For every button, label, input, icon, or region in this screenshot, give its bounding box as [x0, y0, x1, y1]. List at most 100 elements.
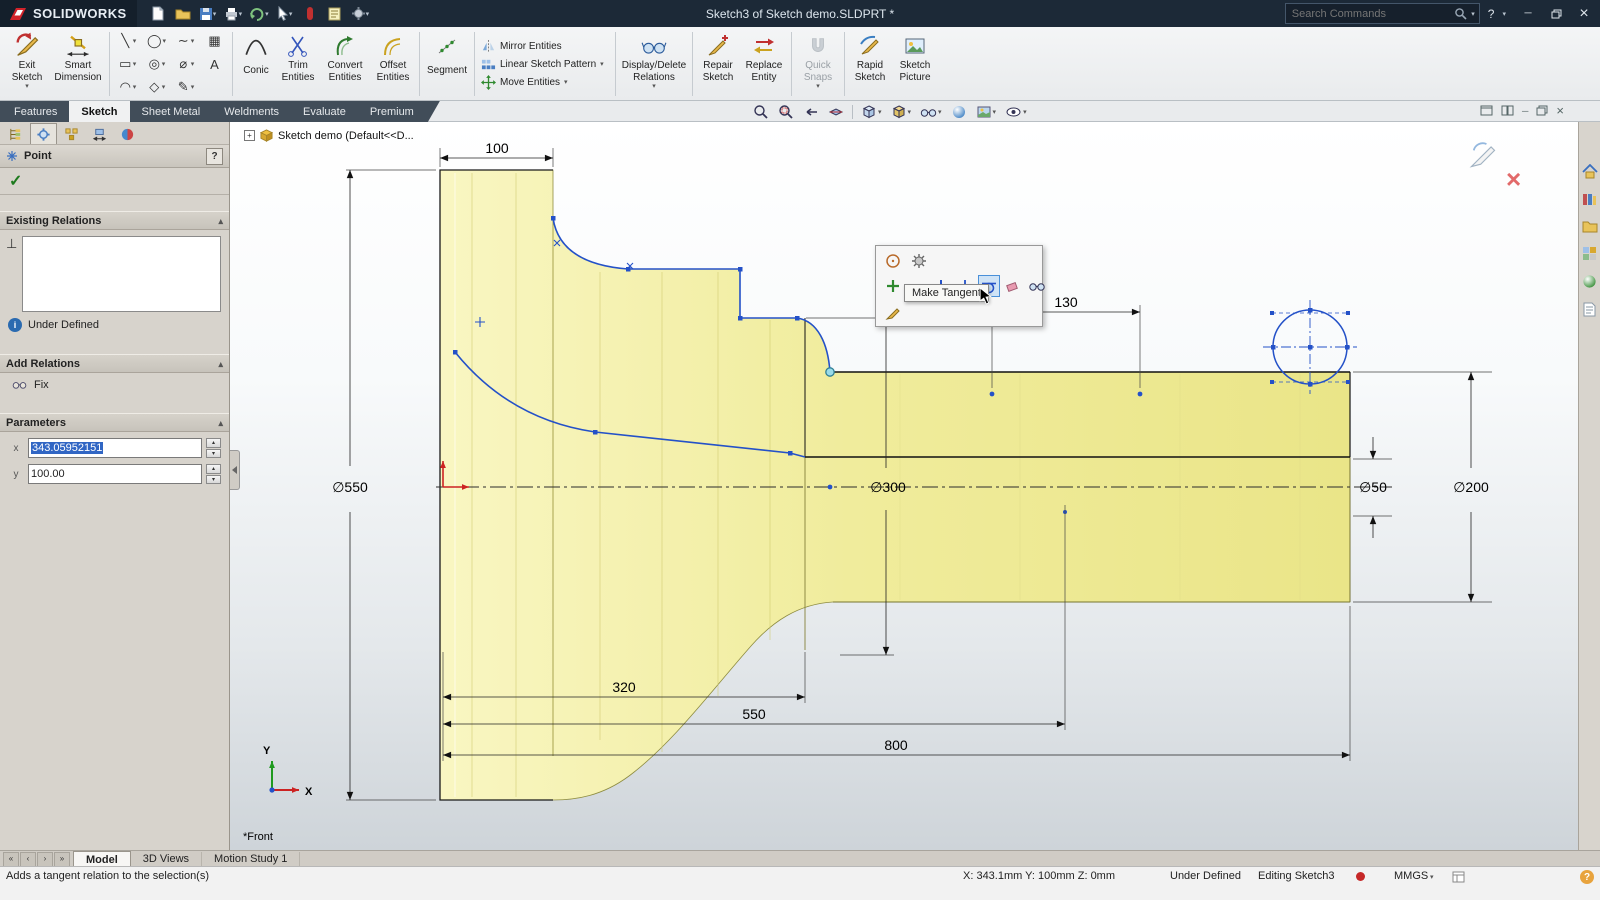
polygon-tool-button[interactable]: ◇ — [142, 76, 171, 99]
property-manager-tab[interactable] — [30, 123, 57, 144]
display-style-button[interactable] — [890, 103, 913, 121]
chevron-down-icon[interactable] — [600, 60, 604, 68]
search-icon[interactable] — [1454, 7, 1467, 20]
tab-3d-views[interactable]: 3D Views — [131, 852, 202, 867]
point-tool-button[interactable]: ✎ — [171, 76, 200, 99]
display-relations-icon[interactable] — [1026, 275, 1048, 297]
conic-button[interactable]: Conic — [236, 28, 276, 100]
arc-tool-button[interactable]: ◠ — [113, 76, 142, 99]
text-tool-button[interactable]: A — [200, 53, 229, 76]
add-relations-header[interactable]: Add Relations — [0, 354, 229, 373]
chevron-down-icon[interactable] — [816, 83, 820, 91]
cancel-sketch-icon[interactable] — [1506, 164, 1521, 195]
design-library-icon[interactable] — [1582, 192, 1597, 207]
print-button[interactable] — [222, 3, 245, 25]
units-selector[interactable]: MMGS — [1394, 870, 1428, 882]
relations-listbox[interactable] — [22, 236, 221, 312]
tab-motion-study[interactable]: Motion Study 1 — [202, 852, 300, 867]
rectangle-tool-button[interactable]: ▭ — [113, 53, 142, 76]
chevron-down-icon[interactable] — [133, 60, 137, 68]
prev-tab-button[interactable] — [20, 852, 36, 867]
fix-relation-button[interactable]: Fix — [0, 373, 229, 401]
dimension-dia-550[interactable]: ∅550 — [332, 479, 368, 495]
view-orientation-button[interactable] — [860, 103, 883, 121]
selected-sketch-point[interactable] — [826, 368, 834, 376]
feature-manager-tab[interactable] — [2, 123, 29, 144]
slot-tool-button[interactable]: ◎ — [142, 53, 171, 76]
chevron-down-icon[interactable] — [878, 108, 882, 116]
save-button[interactable] — [197, 3, 219, 25]
chevron-down-icon[interactable] — [162, 83, 166, 91]
sketch-viewport[interactable]: 100 130 ∅550 ∅300 ∅50 ∅200 320 550 800 Y… — [230, 122, 1578, 850]
dimension-dia-200[interactable]: ∅200 — [1453, 479, 1489, 495]
panel-collapse-handle[interactable] — [230, 450, 240, 490]
breadcrumb[interactable]: Sketch demo (Default<<D... — [244, 129, 414, 142]
circle-tool-button[interactable]: ◯ — [142, 30, 171, 53]
trim-entities-button[interactable]: Trim Entities — [276, 28, 320, 100]
tab-sheet-metal[interactable]: Sheet Metal — [130, 101, 213, 122]
convert-entities-button[interactable]: Convert Entities — [320, 28, 370, 100]
sketch-entity-icon[interactable] — [882, 302, 904, 324]
zoom-area-button[interactable] — [777, 103, 795, 121]
tab-features[interactable]: Features — [2, 101, 69, 122]
chevron-down-icon[interactable] — [1430, 873, 1434, 881]
dimension-800[interactable]: 800 — [884, 737, 908, 753]
delete-relation-icon[interactable] — [1002, 275, 1024, 297]
previous-view-button[interactable] — [802, 103, 820, 121]
ok-button[interactable] — [9, 171, 22, 191]
chevron-down-icon[interactable] — [213, 10, 217, 18]
dimxpert-manager-tab[interactable] — [86, 123, 113, 144]
exit-sketch-button[interactable]: Exit Sketch — [4, 28, 50, 100]
options-button[interactable] — [349, 3, 372, 25]
configuration-manager-tab[interactable] — [58, 123, 85, 144]
search-box[interactable] — [1285, 3, 1480, 24]
chevron-down-icon[interactable] — [289, 10, 293, 18]
tab-sketch[interactable]: Sketch — [69, 101, 129, 122]
section-view-button[interactable] — [827, 103, 845, 121]
spin-down-button[interactable] — [206, 449, 221, 459]
zoom-fit-button[interactable] — [752, 103, 770, 121]
panel-toggle-icon[interactable] — [1452, 871, 1465, 883]
apply-scene-button[interactable] — [975, 103, 998, 121]
spin-down-button[interactable] — [206, 475, 221, 485]
dimension-dia-300[interactable]: ∅300 — [870, 479, 906, 495]
dimension-320[interactable]: 320 — [612, 679, 636, 695]
dimension-550[interactable]: 550 — [742, 706, 766, 722]
open-button[interactable] — [172, 3, 194, 25]
first-tab-button[interactable] — [3, 852, 19, 867]
linear-sketch-pattern-button[interactable]: Linear Sketch Pattern — [481, 57, 609, 72]
chevron-down-icon[interactable] — [191, 60, 195, 68]
line-tool-button[interactable]: ╲ — [113, 30, 142, 53]
display-delete-relations-button[interactable]: Display/Delete Relations — [619, 28, 689, 100]
existing-relations-header[interactable]: Existing Relations — [0, 211, 229, 230]
collapse-icon[interactable] — [218, 358, 223, 370]
close-button[interactable] — [1570, 3, 1598, 25]
x-coordinate-field[interactable]: 343.05952151 — [28, 438, 202, 458]
chevron-down-icon[interactable] — [133, 37, 137, 45]
chevron-down-icon[interactable] — [993, 108, 997, 116]
chevron-down-icon[interactable] — [162, 60, 166, 68]
tab-premium[interactable]: Premium — [358, 101, 426, 122]
smart-dimension-button[interactable]: Smart Dimension — [50, 28, 106, 100]
graphics-area[interactable]: 100 130 ∅550 ∅300 ∅50 ∅200 320 550 800 Y… — [230, 122, 1578, 850]
minimize-document-icon[interactable] — [1522, 106, 1528, 116]
parameters-header[interactable]: Parameters — [0, 413, 229, 432]
expand-tree-icon[interactable] — [244, 130, 255, 141]
repair-sketch-button[interactable]: Repair Sketch — [696, 28, 740, 100]
spin-up-button[interactable] — [206, 464, 221, 474]
chevron-down-icon[interactable] — [1502, 10, 1506, 18]
dimension-100[interactable]: 100 — [485, 140, 509, 156]
rapid-sketch-button[interactable]: Rapid Sketch — [848, 28, 892, 100]
offset-entities-button[interactable]: Offset Entities — [370, 28, 416, 100]
search-input[interactable] — [1290, 7, 1450, 21]
dimension-dia-50[interactable]: ∅50 — [1359, 479, 1387, 495]
hide-show-items-button[interactable] — [919, 104, 943, 120]
resources-home-icon[interactable] — [1582, 164, 1598, 179]
chevron-down-icon[interactable] — [1023, 108, 1027, 116]
file-explorer-icon[interactable] — [1582, 220, 1598, 233]
dimension-130[interactable]: 130 — [1054, 294, 1078, 310]
segment-button[interactable]: Segment — [423, 28, 471, 100]
y-coordinate-field[interactable]: 100.00 — [28, 464, 202, 484]
replace-entity-button[interactable]: Replace Entity — [740, 28, 788, 100]
help-icon[interactable] — [1488, 7, 1495, 21]
